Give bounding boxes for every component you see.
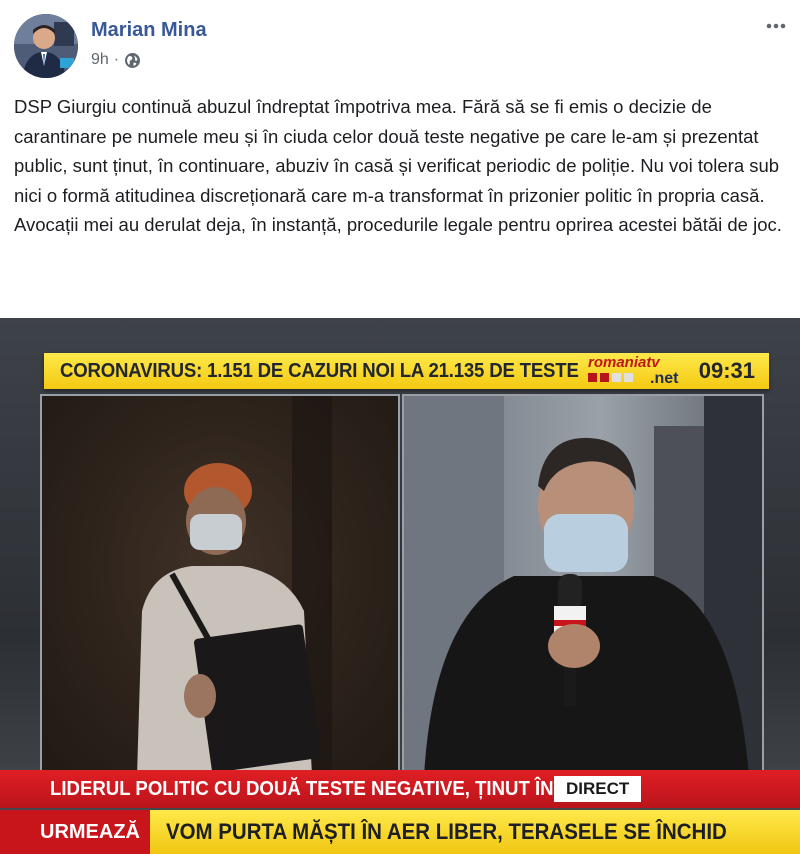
broadcast-clock: 09:31 bbox=[698, 358, 755, 383]
avatar-image bbox=[14, 14, 78, 78]
next-headline: VOM PURTA MĂȘTI ÎN AER LIBER, TERASELE S… bbox=[166, 819, 727, 844]
logo-bottom-text: .net bbox=[650, 370, 679, 387]
top-ticker: CORONAVIRUS: 1.151 DE CAZURI NOI LA 21.1… bbox=[44, 353, 769, 389]
left-video-panel bbox=[40, 394, 400, 778]
channel-logo: romaniatv .net bbox=[584, 353, 694, 389]
post-text: DSP Giurgiu continuă abuzul îndreptat îm… bbox=[14, 96, 782, 235]
meta-separator: · bbox=[113, 51, 120, 68]
post-timestamp[interactable]: 9h bbox=[91, 51, 109, 69]
right-video-panel bbox=[402, 394, 764, 778]
ticker-headline: CORONAVIRUS: 1.151 DE CAZURI NOI LA 21.1… bbox=[60, 359, 579, 382]
more-horizontal-icon bbox=[766, 23, 786, 29]
lower-third-banner: LIDERUL POLITIC CU DOUĂ TESTE NEGATIVE, … bbox=[0, 770, 800, 808]
globe-icon bbox=[124, 52, 141, 69]
next-tag: URMEAZĂ bbox=[0, 810, 150, 854]
live-tag: DIRECT bbox=[554, 776, 642, 802]
author-avatar[interactable] bbox=[14, 14, 78, 78]
author-name[interactable]: Marian Mina bbox=[91, 19, 207, 42]
next-banner: URMEAZĂ VOM PURTA MĂȘTI ÎN AER LIBER, TE… bbox=[0, 810, 800, 854]
more-options-button[interactable] bbox=[764, 14, 788, 38]
post-video[interactable]: CORONAVIRUS: 1.151 DE CAZURI NOI LA 21.1… bbox=[0, 318, 800, 854]
lower-third-text: LIDERUL POLITIC CU DOUĂ TESTE NEGATIVE, … bbox=[50, 777, 612, 800]
post-meta: 9h · bbox=[91, 51, 141, 69]
logo-top-text: romaniatv bbox=[588, 354, 660, 371]
logo-squares bbox=[588, 373, 633, 382]
